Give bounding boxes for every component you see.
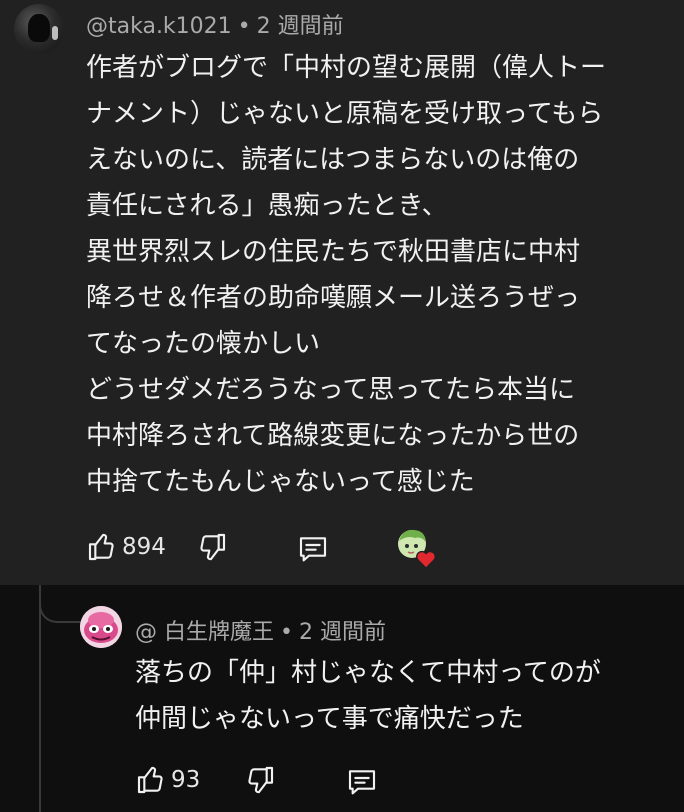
- comment-line: 異世界烈スレの住民たちで秋田書店に中村: [86, 237, 581, 267]
- thumbs-up-icon: [88, 533, 114, 561]
- reply-comment-icon: [299, 537, 327, 562]
- avatar[interactable]: [14, 4, 64, 54]
- comment-line: 降ろせ＆作者の助命嘆願メール送ろうぜっ: [86, 283, 581, 313]
- comment-time[interactable]: 2 週間前: [257, 14, 344, 39]
- like-button[interactable]: 93: [135, 764, 200, 796]
- reply-time[interactable]: 2 週間前: [299, 620, 386, 645]
- dislike-button[interactable]: [244, 764, 276, 796]
- comment-line: てなったの懐かしい: [86, 329, 321, 359]
- reply-comment-icon: [348, 770, 376, 795]
- heart-icon: [416, 550, 436, 569]
- reply-meta: @ 白生牌魔王 • 2 週間前: [135, 614, 386, 646]
- comment-author[interactable]: @taka.k1021: [86, 14, 232, 39]
- reply-line: 仲間じゃないって事で痛快だった: [135, 704, 524, 734]
- reply-text: 落ちの「仲」村じゃなくて中村ってのが 仲間じゃないって事で痛快だった: [135, 650, 601, 742]
- thumbs-down-icon: [248, 766, 274, 794]
- comment-line: どうせダメだろうなって思ってたら本当に: [86, 375, 576, 405]
- meta-separator: •: [280, 620, 293, 645]
- reply-button[interactable]: [297, 533, 329, 565]
- thumbs-down-icon: [200, 533, 226, 561]
- comment-text: 作者がブログで「中村の望む展開（偉人トー ナメント）じゃないと原稿を受け取っても…: [86, 45, 606, 505]
- avatar-highlight: [52, 26, 58, 40]
- like-count: 894: [122, 534, 166, 560]
- reply-line: 落ちの「仲」村じゃなくて中村ってのが: [135, 658, 601, 688]
- avatar-character-icon: [80, 606, 122, 648]
- reply-button[interactable]: [346, 766, 378, 798]
- comment-line: 責任にされる」愚痴ったとき、: [86, 191, 448, 221]
- comment-line: 作者がブログで「中村の望む展開（偉人トー: [86, 53, 607, 83]
- comment-card: @taka.k1021 • 2 週間前 作者がブログで「中村の望む展開（偉人トー ナ…: [0, 0, 684, 585]
- reply-author[interactable]: @ 白生牌魔王: [135, 620, 274, 645]
- comment-line: 中村降ろされて路線変更になったから世の: [86, 421, 580, 451]
- dislike-button[interactable]: [196, 531, 228, 563]
- comment-meta: @taka.k1021 • 2 週間前: [86, 8, 344, 40]
- comment-line: 中捨てたもんじゃないって感じた: [86, 467, 475, 497]
- meta-separator: •: [237, 14, 251, 39]
- avatar-figure: [28, 14, 50, 42]
- comment-line: ナメント）じゃないと原稿を受け取ってもら: [86, 99, 604, 129]
- comment-line: えないのに、読者にはつまらないのは俺の: [86, 145, 580, 175]
- thread-line: [39, 585, 41, 812]
- avatar[interactable]: [80, 606, 122, 648]
- like-count: 93: [171, 767, 201, 793]
- like-button[interactable]: 894: [86, 531, 166, 563]
- thumbs-up-icon: [137, 766, 163, 794]
